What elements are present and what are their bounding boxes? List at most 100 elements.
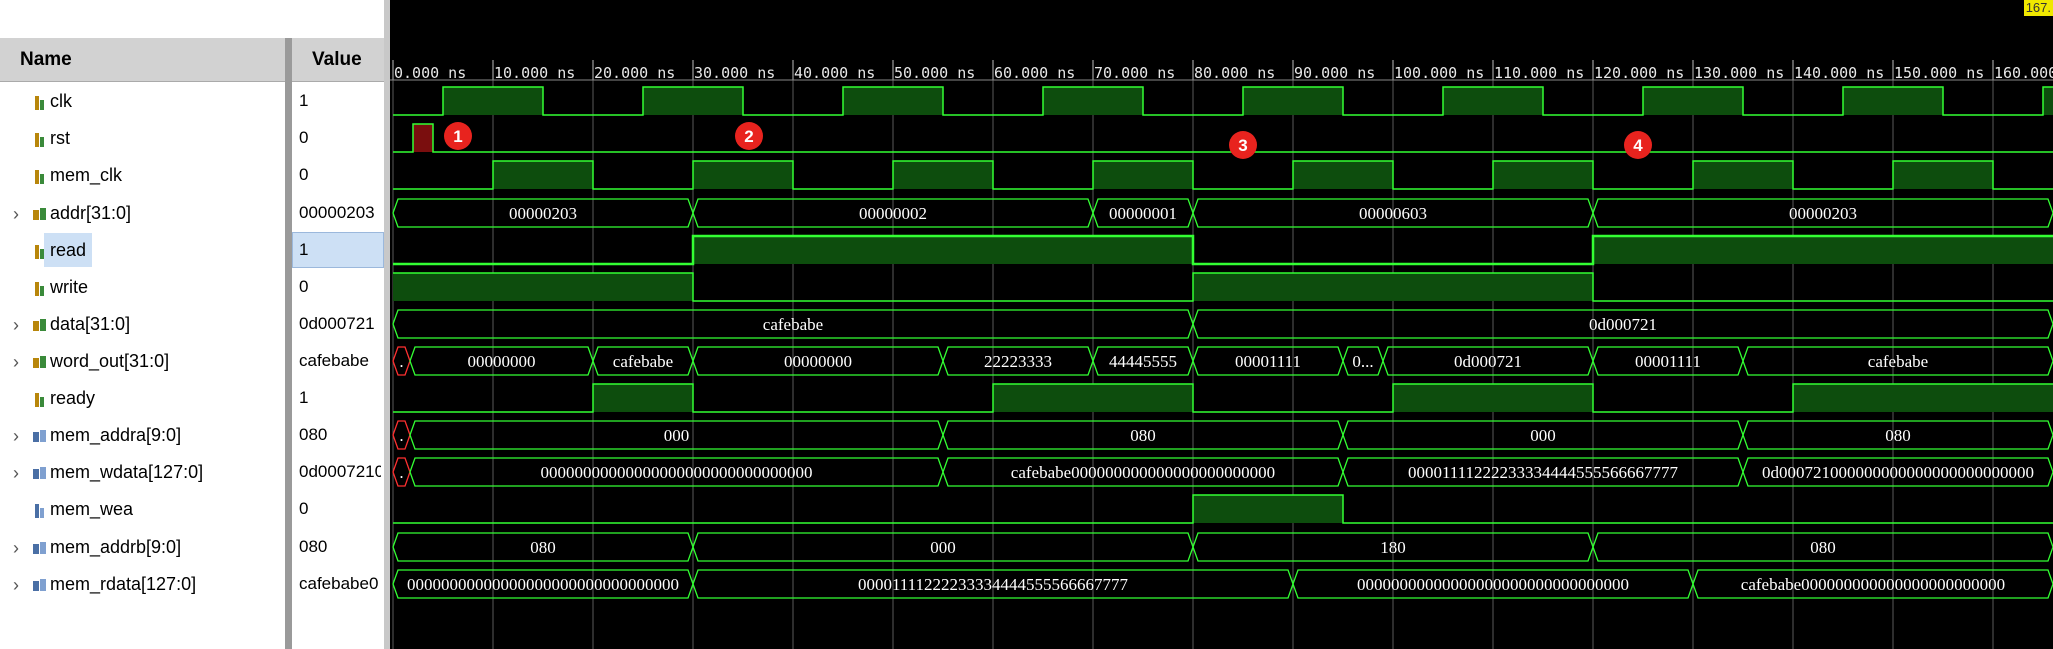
high-level-fill bbox=[1193, 273, 1593, 301]
signal-value: 0 bbox=[299, 499, 309, 518]
bus-segment-label: 080 bbox=[530, 538, 556, 557]
signal-row-ready[interactable]: ready 1 bbox=[0, 381, 384, 418]
bus-segment-label: 00000000000000000000000000000000 bbox=[407, 575, 679, 594]
time-tick-label: 130.000 ns bbox=[1694, 64, 1784, 82]
high-level-fill bbox=[593, 384, 693, 412]
high-level-fill bbox=[1843, 87, 1943, 115]
signal-row-clk[interactable]: clk 1 bbox=[0, 84, 384, 121]
expand-chevron-icon[interactable]: › bbox=[9, 567, 23, 604]
bus-segment-label: . bbox=[399, 426, 403, 445]
signal-name: addr[31:0] bbox=[50, 203, 132, 223]
signal-row-mem-wdata[interactable]: › mem_wdata[127:0] 0d0007210 bbox=[0, 455, 384, 492]
signal-name: mem_addra[9:0] bbox=[50, 425, 182, 445]
signal-value: 1 bbox=[299, 91, 309, 110]
signal-row-write[interactable]: write 0 bbox=[0, 270, 384, 307]
mem-bus-icon bbox=[32, 577, 48, 595]
bit-waveform-clk[interactable] bbox=[393, 86, 2053, 116]
bus-segment-label: 00000000000000000000000000000000 bbox=[541, 463, 813, 482]
waveform-canvas[interactable]: 0.000 ns 10.000 ns 20.000 ns 30.000 ns 40.00… bbox=[390, 0, 2053, 649]
bus-segment-label: cafebabe bbox=[613, 352, 673, 371]
step-marker-label: 3 bbox=[1238, 136, 1247, 155]
bus-segment-label: 0... bbox=[1352, 352, 1373, 371]
high-level-fill bbox=[1393, 384, 1593, 412]
bus-signal-icon bbox=[32, 354, 48, 372]
high-level-fill bbox=[1193, 495, 1343, 523]
bus-segment-label: 00000203 bbox=[509, 204, 577, 223]
time-tick-label: 20.000 ns bbox=[594, 64, 675, 82]
bus-segment-label: 00001111222233334444555566667777 bbox=[858, 575, 1129, 594]
signal-name: data[31:0] bbox=[50, 314, 131, 334]
high-level-fill bbox=[1643, 87, 1743, 115]
expand-chevron-icon[interactable]: › bbox=[9, 344, 23, 381]
bit-waveform-mem-clk[interactable] bbox=[393, 160, 2053, 190]
bus-signal-icon bbox=[32, 206, 48, 224]
signal-value: 0 bbox=[299, 277, 309, 296]
signal-name: mem_addrb[9:0] bbox=[50, 537, 182, 557]
bus-segment-label: 00001111 bbox=[1235, 352, 1301, 371]
expand-chevron-icon[interactable]: › bbox=[9, 307, 23, 344]
bus-segment-label: 080 bbox=[1130, 426, 1156, 445]
signal-value: 080 bbox=[299, 537, 328, 556]
high-level-fill bbox=[443, 87, 543, 115]
high-level-fill bbox=[643, 87, 743, 115]
signal-value: 00000203 bbox=[299, 203, 375, 222]
expand-chevron-icon[interactable]: › bbox=[9, 196, 23, 233]
signal-row-mem-wea[interactable]: mem_wea 0 bbox=[0, 492, 384, 529]
bus-segment-label: 180 bbox=[1380, 538, 1406, 557]
signal-row-rst[interactable]: rst 0 bbox=[0, 121, 384, 158]
bus-segment-label: 00001111222233334444555566667777 bbox=[1408, 463, 1679, 482]
waveform-pane[interactable]: 167. 0.000 ns 10.000 ns 20.000 ns 30.000 ns… bbox=[390, 0, 2053, 649]
time-tick-label: 90.000 ns bbox=[1294, 64, 1375, 82]
signal-row-mem-addrb[interactable]: › mem_addrb[9:0] 080 bbox=[0, 530, 384, 567]
signal-name: write bbox=[50, 277, 89, 297]
signal-row-data[interactable]: › data[31:0] 0d000721 bbox=[0, 307, 384, 344]
time-tick-label: 40.000 ns bbox=[794, 64, 875, 82]
bus-segment-label: 00000000 bbox=[784, 352, 852, 371]
expand-chevron-icon[interactable]: › bbox=[9, 418, 23, 455]
signal-row-addr[interactable]: › addr[31:0] 00000203 bbox=[0, 196, 384, 233]
signal-value: cafebabe bbox=[299, 351, 369, 370]
bus-segment-label: . bbox=[399, 463, 403, 482]
signal-name: word_out[31:0] bbox=[50, 351, 170, 371]
high-level-fill bbox=[843, 87, 943, 115]
high-level-fill bbox=[1793, 384, 2053, 412]
bus-segment-label: cafebabe000000000000000000000000 bbox=[1011, 463, 1275, 482]
signal-row-mem-clk[interactable]: mem_clk 0 bbox=[0, 158, 384, 195]
signal-row-mem-addra[interactable]: › mem_addra[9:0] 080 bbox=[0, 418, 384, 455]
high-level-fill bbox=[1493, 161, 1593, 189]
signal-row-read[interactable]: read 1 bbox=[0, 232, 384, 270]
signal-row-word-out[interactable]: › word_out[31:0] cafebabe bbox=[0, 344, 384, 381]
high-level-fill bbox=[993, 384, 1193, 412]
high-level-fill bbox=[2043, 87, 2053, 115]
signal-name: rst bbox=[50, 128, 70, 148]
expand-chevron-icon[interactable]: › bbox=[9, 530, 23, 567]
signal-list-pane: Name Value clk 1 rst 0 mem_clk 0 › addr[31:0] 00… bbox=[0, 0, 384, 649]
signal-name: clk bbox=[50, 91, 72, 111]
bit-signal-icon bbox=[32, 131, 48, 149]
signal-row-mem-rdata[interactable]: › mem_rdata[127:0] cafebabe0 bbox=[0, 567, 384, 604]
high-level-fill bbox=[1093, 161, 1193, 189]
high-level-fill bbox=[1893, 161, 1993, 189]
bus-segment-label: 00001111 bbox=[1635, 352, 1701, 371]
bus-segment-label: 00000603 bbox=[1359, 204, 1427, 223]
bus-segment-label: 00000000 bbox=[468, 352, 536, 371]
signal-name: mem_clk bbox=[50, 165, 123, 185]
signal-value: 0 bbox=[299, 165, 309, 184]
high-level-fill bbox=[1693, 161, 1793, 189]
high-level-fill bbox=[693, 236, 1193, 264]
time-tick-label: 120.000 ns bbox=[1594, 64, 1684, 82]
bit-waveform-rst[interactable] bbox=[393, 123, 2053, 153]
time-tick-label: 160.000 bbox=[1994, 64, 2053, 82]
time-tick-label: 80.000 ns bbox=[1194, 64, 1275, 82]
mem-bus-icon bbox=[32, 428, 48, 446]
high-level-fill bbox=[1043, 87, 1143, 115]
bus-segment-label: 00000203 bbox=[1789, 204, 1857, 223]
value-column-header[interactable]: Value bbox=[292, 38, 384, 82]
time-tick-label: 140.000 ns bbox=[1794, 64, 1884, 82]
bus-signal-icon bbox=[32, 317, 48, 335]
high-level-fill bbox=[1243, 87, 1343, 115]
name-column-header[interactable]: Name bbox=[0, 38, 285, 82]
expand-chevron-icon[interactable]: › bbox=[9, 455, 23, 492]
signal-name: mem_wdata[127:0] bbox=[50, 462, 204, 482]
signal-name: mem_rdata[127:0] bbox=[50, 574, 197, 594]
